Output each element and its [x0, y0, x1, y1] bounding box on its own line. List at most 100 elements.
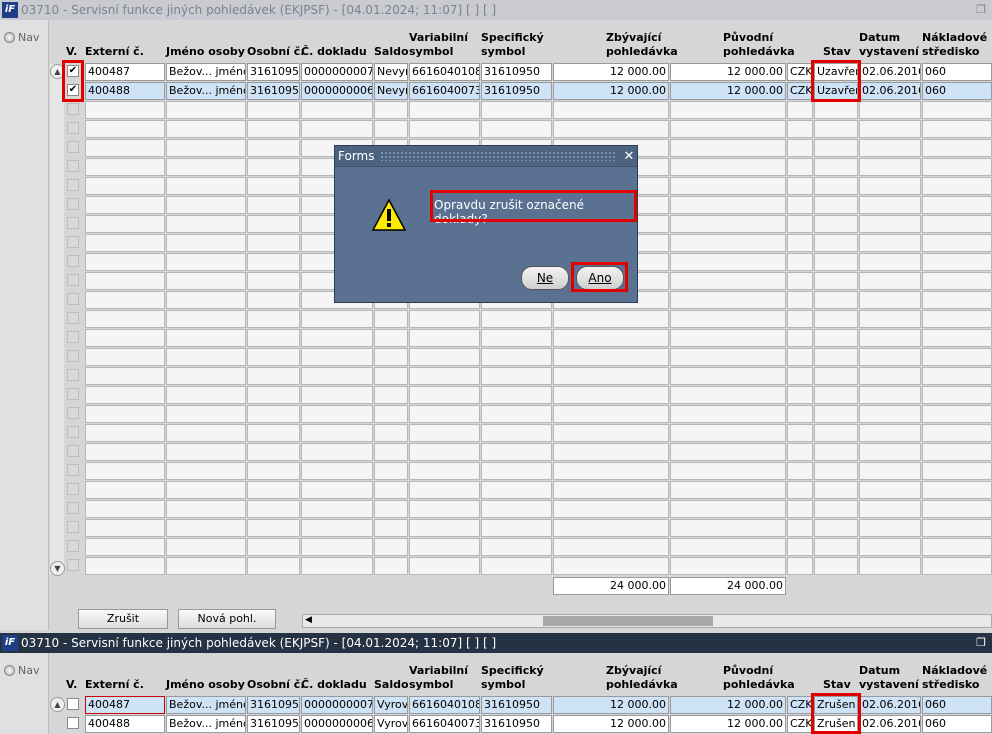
- empty-cell[interactable]: [787, 272, 813, 290]
- empty-cell[interactable]: [814, 386, 858, 404]
- empty-cell[interactable]: [814, 120, 858, 138]
- scroll-down-icon[interactable]: ▼: [50, 561, 65, 576]
- empty-cell[interactable]: [814, 139, 858, 157]
- empty-cell[interactable]: [859, 443, 921, 461]
- empty-cell[interactable]: [247, 253, 300, 271]
- empty-cell[interactable]: [409, 101, 480, 119]
- empty-cell[interactable]: [922, 139, 992, 157]
- empty-cell[interactable]: [670, 139, 786, 157]
- empty-cell[interactable]: [922, 329, 992, 347]
- empty-cell[interactable]: [787, 500, 813, 518]
- row-select-checkbox[interactable]: [67, 274, 79, 286]
- empty-cell[interactable]: [922, 158, 992, 176]
- empty-cell[interactable]: [374, 519, 408, 537]
- bottom-window-titlebar[interactable]: iF 03710 - Servisní funkce jiných pohled…: [0, 633, 992, 653]
- horizontal-scroll-thumb[interactable]: [543, 616, 713, 626]
- empty-cell[interactable]: [247, 101, 300, 119]
- empty-cell[interactable]: [166, 386, 246, 404]
- row-select-checkbox[interactable]: [67, 502, 79, 514]
- empty-cell[interactable]: [922, 177, 992, 195]
- zrusit-button[interactable]: Zrušit: [78, 609, 168, 629]
- empty-cell[interactable]: [859, 215, 921, 233]
- empty-cell[interactable]: [85, 234, 165, 252]
- close-icon[interactable]: ✕: [621, 149, 637, 164]
- empty-cell[interactable]: [481, 538, 552, 556]
- empty-cell[interactable]: [814, 234, 858, 252]
- empty-cell[interactable]: [481, 462, 552, 480]
- empty-cell[interactable]: [553, 462, 669, 480]
- empty-cell[interactable]: [247, 367, 300, 385]
- empty-cell[interactable]: [859, 234, 921, 252]
- empty-cell[interactable]: [922, 348, 992, 366]
- empty-cell[interactable]: [859, 519, 921, 537]
- nav-button[interactable]: Nav: [4, 664, 39, 677]
- empty-cell[interactable]: [409, 519, 480, 537]
- empty-cell[interactable]: [374, 310, 408, 328]
- empty-cell[interactable]: [670, 462, 786, 480]
- empty-cell[interactable]: [553, 348, 669, 366]
- empty-cell[interactable]: [859, 272, 921, 290]
- empty-cell[interactable]: [166, 500, 246, 518]
- empty-cell[interactable]: [553, 424, 669, 442]
- empty-cell[interactable]: [481, 329, 552, 347]
- empty-cell[interactable]: [166, 443, 246, 461]
- empty-cell[interactable]: [814, 405, 858, 423]
- cell-nakladove[interactable]: 060: [922, 696, 992, 714]
- cell-datum[interactable]: 02.06.2016: [859, 696, 921, 714]
- empty-cell[interactable]: [166, 234, 246, 252]
- empty-cell[interactable]: [814, 310, 858, 328]
- row-select-checkbox[interactable]: [67, 122, 79, 134]
- cell-osobni[interactable]: 31610950: [247, 82, 300, 100]
- empty-cell[interactable]: [301, 538, 373, 556]
- empty-cell[interactable]: [922, 291, 992, 309]
- cell-jmeno[interactable]: Bežov... jméno :: [166, 715, 246, 733]
- cell-specificky[interactable]: 31610950: [481, 63, 552, 81]
- empty-cell[interactable]: [247, 405, 300, 423]
- empty-cell[interactable]: [85, 177, 165, 195]
- row-select-checkbox[interactable]: [67, 312, 79, 324]
- empty-cell[interactable]: [247, 443, 300, 461]
- empty-cell[interactable]: [670, 177, 786, 195]
- cell-doklad[interactable]: 0000000006: [301, 82, 373, 100]
- empty-cell[interactable]: [247, 120, 300, 138]
- empty-cell[interactable]: [922, 462, 992, 480]
- cell-osobni[interactable]: 31610950: [247, 715, 300, 733]
- cell-osobni[interactable]: 31610950: [247, 63, 300, 81]
- cell-saldo[interactable]: Vyrovr: [374, 696, 408, 714]
- cell-zbyvajici[interactable]: 12 000.00: [553, 63, 669, 81]
- cell-mena[interactable]: CZK: [787, 63, 813, 81]
- empty-cell[interactable]: [859, 329, 921, 347]
- empty-cell[interactable]: [670, 272, 786, 290]
- cell-variabilni[interactable]: 6616040108: [409, 696, 480, 714]
- empty-cell[interactable]: [670, 519, 786, 537]
- empty-cell[interactable]: [481, 386, 552, 404]
- empty-cell[interactable]: [481, 405, 552, 423]
- cell-nakladove[interactable]: 060: [922, 63, 992, 81]
- yes-button[interactable]: Ano: [576, 266, 624, 290]
- cell-mena[interactable]: CZK: [787, 696, 813, 714]
- cell-externi[interactable]: 400488: [85, 715, 165, 733]
- empty-cell[interactable]: [859, 386, 921, 404]
- empty-cell[interactable]: [301, 443, 373, 461]
- cell-puvodni[interactable]: 12 000.00: [670, 715, 786, 733]
- empty-cell[interactable]: [85, 196, 165, 214]
- cell-externi[interactable]: 400487: [85, 63, 165, 81]
- empty-cell[interactable]: [481, 310, 552, 328]
- empty-cell[interactable]: [859, 500, 921, 518]
- empty-cell[interactable]: [814, 348, 858, 366]
- empty-cell[interactable]: [166, 310, 246, 328]
- empty-cell[interactable]: [409, 424, 480, 442]
- empty-cell[interactable]: [814, 538, 858, 556]
- empty-cell[interactable]: [374, 462, 408, 480]
- empty-cell[interactable]: [374, 405, 408, 423]
- empty-cell[interactable]: [166, 424, 246, 442]
- empty-cell[interactable]: [481, 557, 552, 575]
- row-select-checkbox[interactable]: [67, 464, 79, 476]
- empty-cell[interactable]: [166, 215, 246, 233]
- empty-cell[interactable]: [553, 538, 669, 556]
- empty-cell[interactable]: [301, 367, 373, 385]
- empty-cell[interactable]: [166, 367, 246, 385]
- empty-cell[interactable]: [85, 329, 165, 347]
- empty-cell[interactable]: [922, 196, 992, 214]
- row-select-checkbox[interactable]: [67, 717, 79, 729]
